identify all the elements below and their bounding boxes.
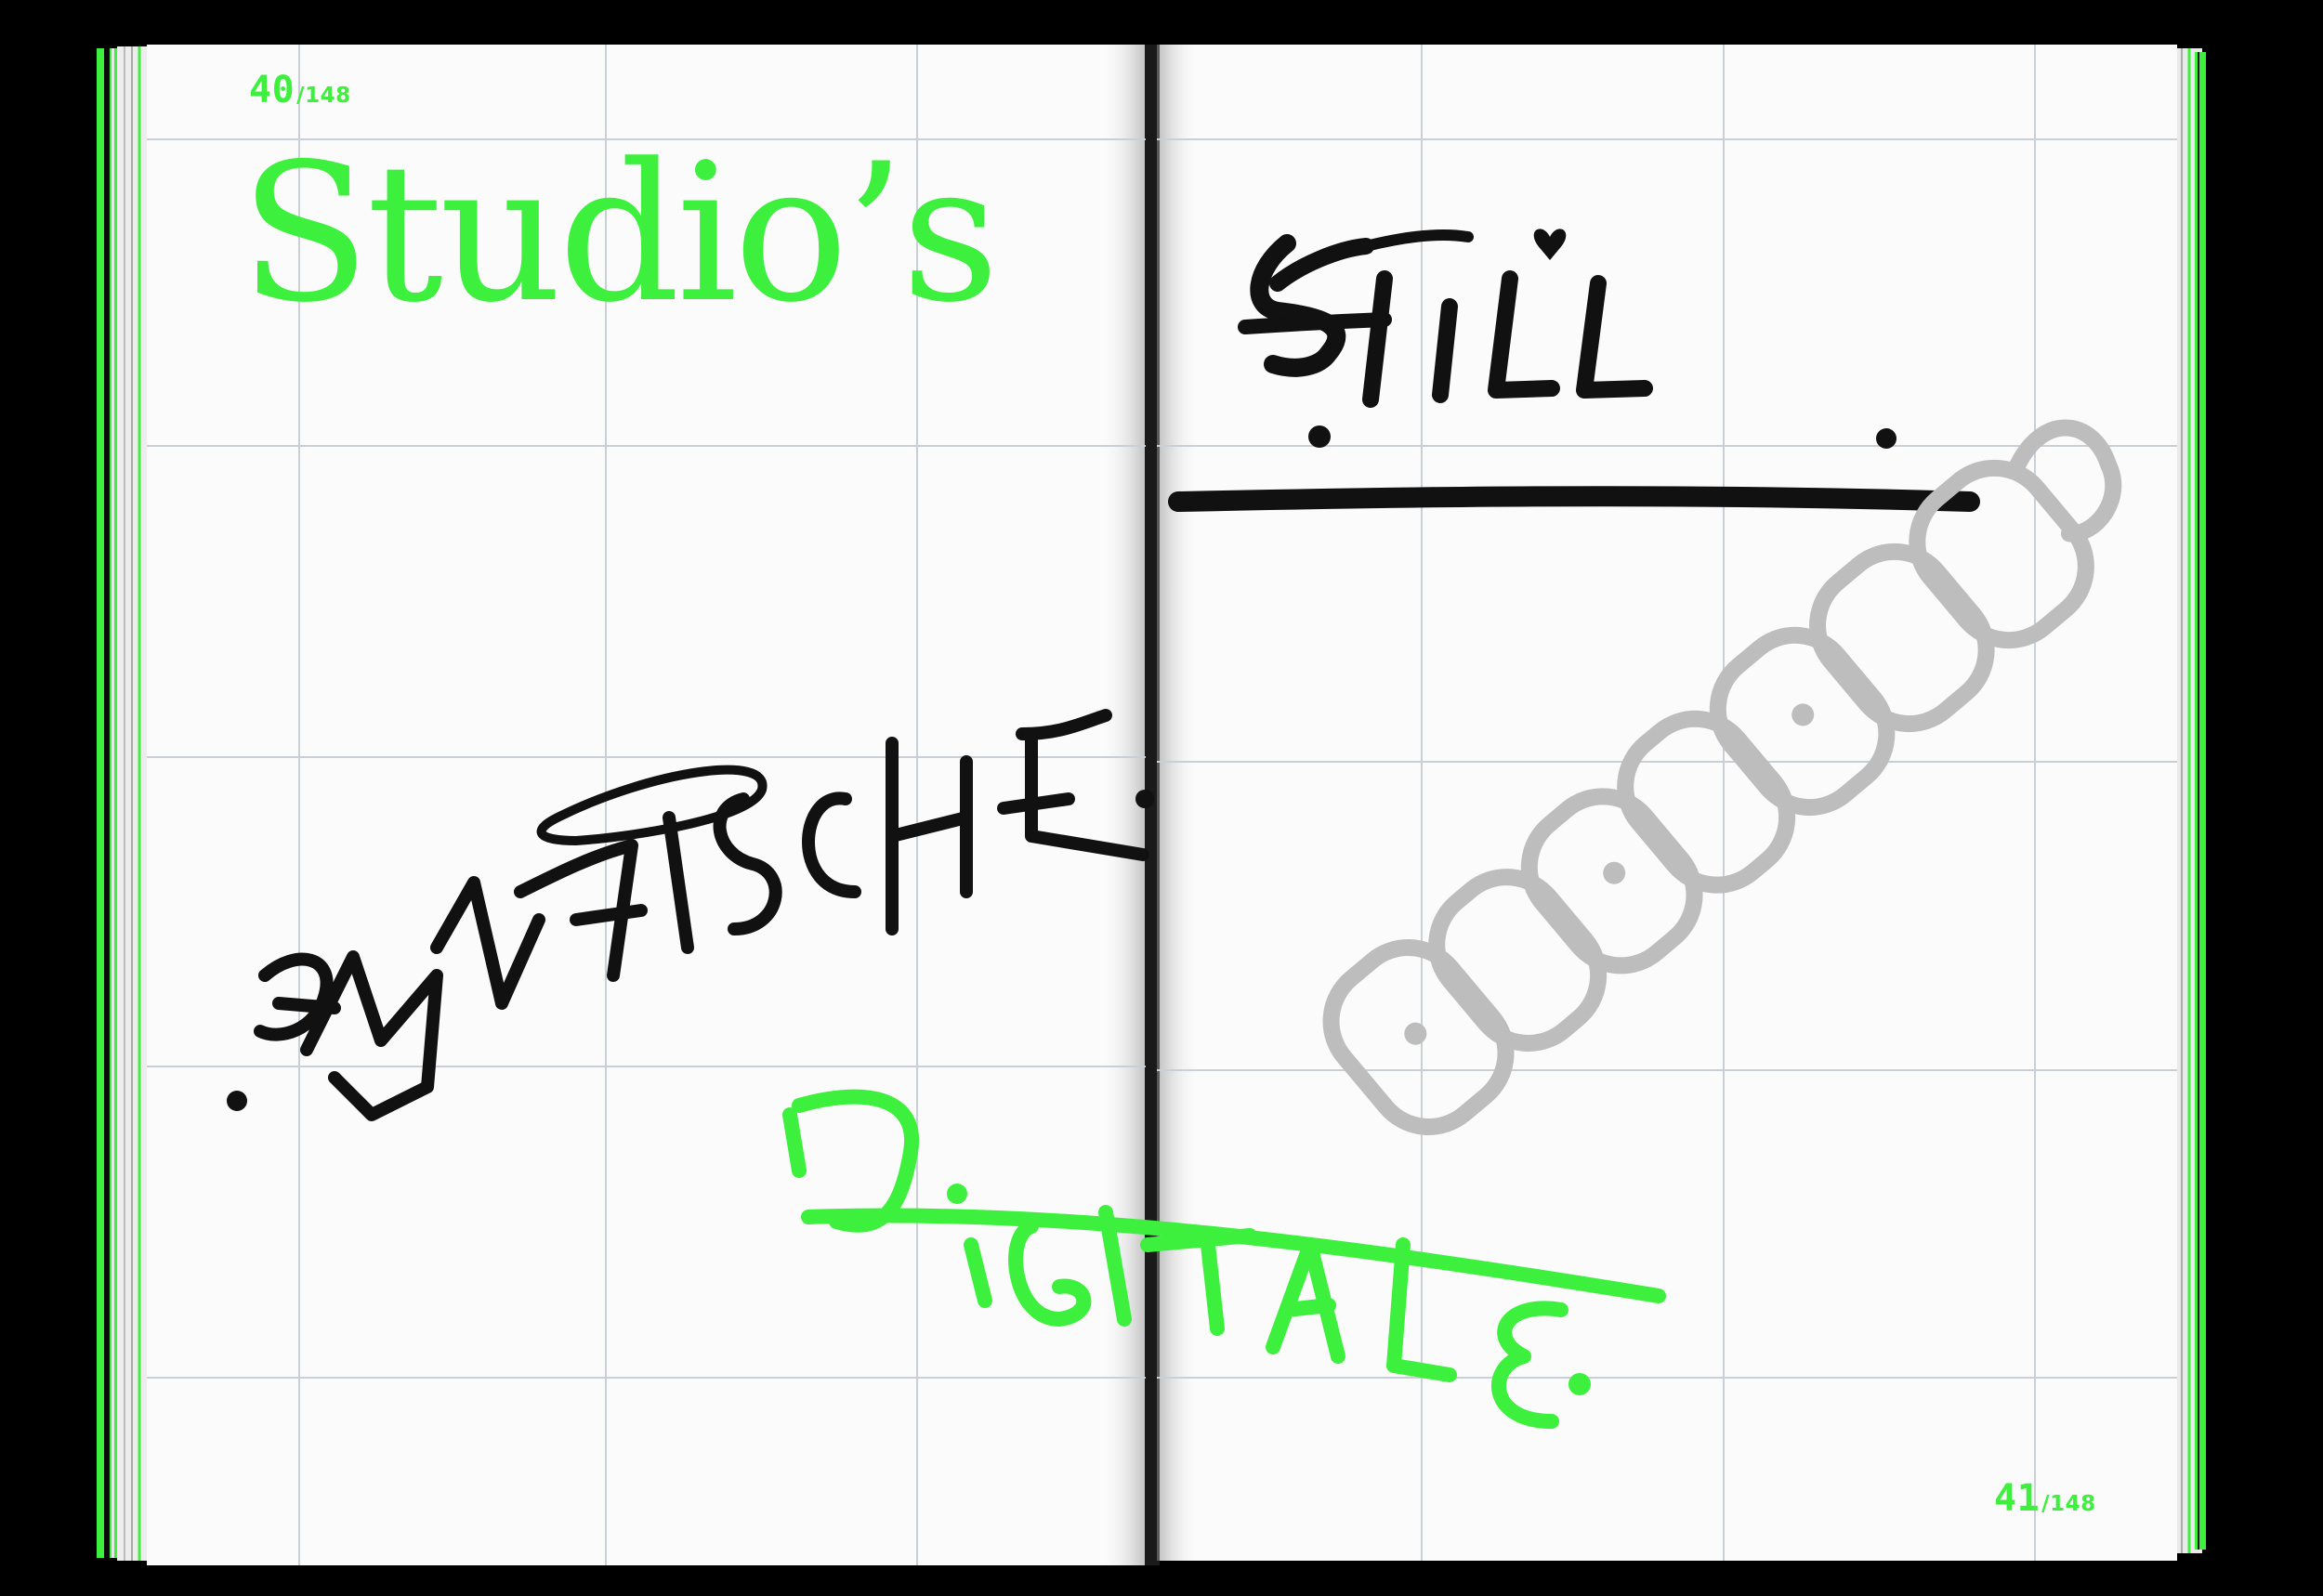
magazine-spread: Studio’s 40/148 41/148 GRAFISCHE. STILL.… bbox=[0, 0, 2323, 1596]
right-page-number-current: 41 bbox=[1994, 1477, 2041, 1520]
left-page-number-total: /148 bbox=[296, 84, 351, 108]
left-page-number: 40/148 bbox=[249, 69, 351, 111]
page-edges-left bbox=[97, 46, 149, 1561]
right-page-number-total: /148 bbox=[2041, 1492, 2096, 1516]
page-title: Studio’s bbox=[240, 124, 999, 345]
page-edges-right bbox=[2174, 48, 2206, 1553]
left-page-number-current: 40 bbox=[249, 69, 295, 111]
right-page-number: 41/148 bbox=[1994, 1477, 2096, 1520]
